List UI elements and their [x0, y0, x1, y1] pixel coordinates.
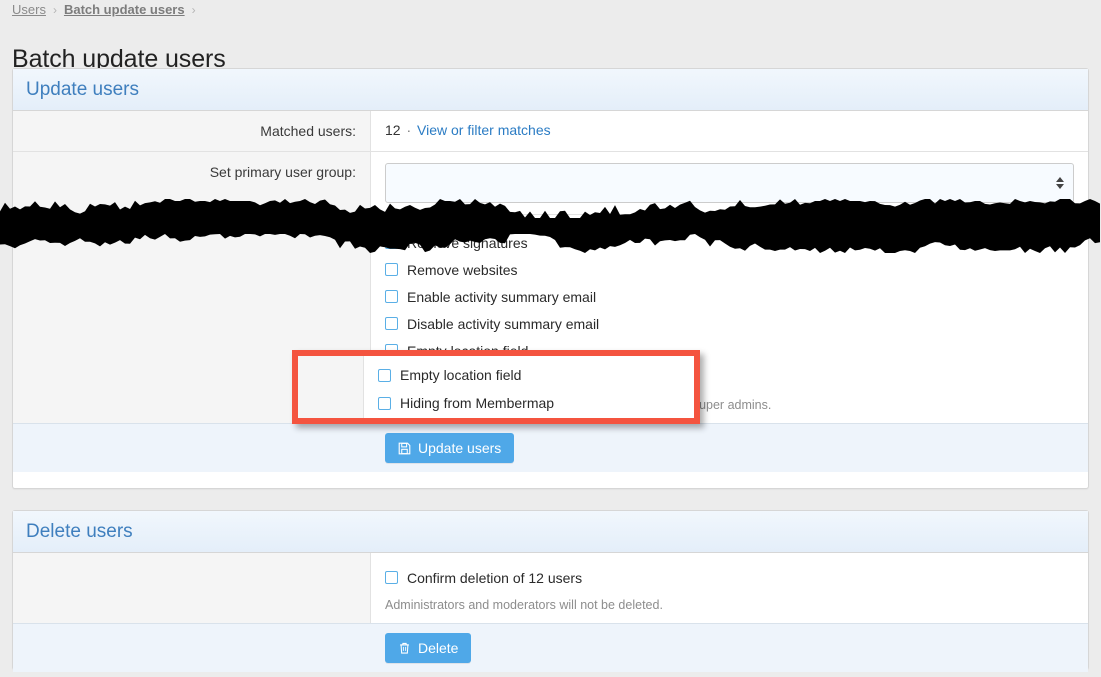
update-users-button[interactable]: Update users [385, 433, 514, 463]
matched-users-count: 12 [385, 122, 401, 138]
primary-user-group-label: Set primary user group: [13, 152, 371, 214]
breadcrumb-item-batch-update-users[interactable]: Batch update users [64, 2, 185, 17]
confirm-deletion-row: Confirm deletion of 12 users Administrat… [13, 553, 1088, 623]
checkbox-box[interactable] [378, 397, 391, 410]
chevron-right-icon-trailing: › [192, 3, 196, 17]
highlight-box-content-column: Empty location field Hiding from Memberm… [364, 356, 694, 418]
delete-users-header: Delete users [13, 511, 1088, 553]
primary-user-group-row: Set primary user group: [13, 152, 1088, 215]
update-users-card: Update users Matched users: 12 · View or… [12, 68, 1089, 489]
checkbox-row-remove-signatures[interactable]: Remove signatures [385, 229, 1074, 256]
matched-users-row: Matched users: 12 · View or filter match… [13, 111, 1088, 152]
checkbox-label: Remove signatures [407, 235, 528, 251]
delete-button[interactable]: Delete [385, 633, 471, 663]
update-users-header: Update users [13, 69, 1088, 111]
delete-users-body: Confirm deletion of 12 users Administrat… [13, 553, 1088, 623]
highlight-callout-box: Empty location field Hiding from Memberm… [292, 350, 700, 424]
update-users-button-label: Update users [418, 440, 501, 456]
primary-user-group-control [371, 152, 1088, 214]
checkbox-row-enable-activity-summary-email[interactable]: Enable activity summary email [385, 283, 1074, 310]
primary-user-group-select[interactable] [385, 163, 1074, 203]
primary-user-group-select-wrap [385, 163, 1074, 203]
highlight-checkbox-row-hiding-from-membermap[interactable]: Hiding from Membermap [378, 389, 694, 417]
matched-users-separator: · [406, 122, 411, 138]
delete-users-card: Delete users Confirm deletion of 12 user… [12, 510, 1089, 670]
breadcrumb-item-users[interactable]: Users [12, 2, 46, 17]
delete-users-note: Administrators and moderators will not b… [385, 598, 1074, 612]
checkbox-row-confirm-deletion[interactable]: Confirm deletion of 12 users [385, 564, 1074, 591]
breadcrumb: Users › Batch update users › [12, 2, 196, 17]
delete-users-footer: Delete [13, 623, 1088, 672]
matched-users-label: Matched users: [13, 111, 371, 151]
checkbox-label: Enable activity summary email [407, 289, 596, 305]
confirm-deletion-label-col [13, 553, 371, 623]
checkbox-box[interactable] [385, 290, 398, 303]
page-root: Users › Batch update users › Batch updat… [0, 0, 1101, 677]
checkbox-label: Remove websites [407, 262, 518, 278]
confirm-deletion-control: Confirm deletion of 12 users Administrat… [371, 553, 1088, 623]
checkbox-row-disable-activity-summary-email[interactable]: Disable activity summary email [385, 310, 1074, 337]
delete-users-title: Delete users [26, 521, 133, 543]
update-users-footer: Update users [13, 423, 1088, 472]
trash-icon [398, 641, 411, 655]
checkbox-row-remove-websites[interactable]: Remove websites [385, 256, 1074, 283]
view-or-filter-matches-link[interactable]: View or filter matches [417, 122, 551, 138]
checkbox-label: Hiding from Membermap [400, 395, 554, 411]
checkbox-label: Empty location field [400, 367, 521, 383]
highlight-checkbox-row-empty-location-field[interactable]: Empty location field [378, 361, 694, 389]
checkbox-label: Disable activity summary email [407, 316, 599, 332]
checkbox-box[interactable] [385, 236, 398, 249]
chevron-right-icon: › [53, 3, 57, 17]
update-users-title: Update users [26, 79, 139, 101]
checkbox-box[interactable] [385, 317, 398, 330]
highlight-box-label-column [298, 356, 364, 418]
checkbox-box[interactable] [385, 571, 398, 584]
save-icon [398, 442, 411, 455]
delete-button-label: Delete [418, 640, 458, 656]
checkbox-box[interactable] [385, 263, 398, 276]
matched-users-value: 12 · View or filter matches [371, 111, 1088, 151]
checkbox-label: Confirm deletion of 12 users [407, 570, 582, 586]
checkbox-box[interactable] [378, 369, 391, 382]
